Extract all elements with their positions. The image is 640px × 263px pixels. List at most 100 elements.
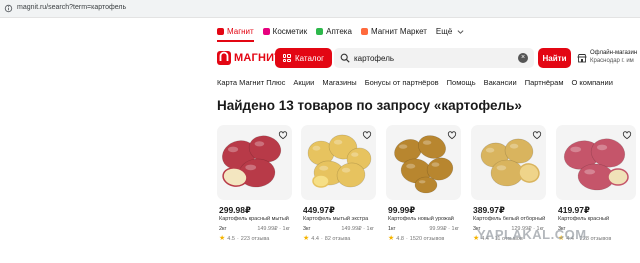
- potato-highlight: [227, 146, 239, 153]
- potato: [414, 176, 438, 194]
- product-unit-price: 99.99₽ · 1кг: [429, 226, 459, 232]
- reviews-count: 82 отзыва: [324, 235, 351, 242]
- rating-separator: ·: [320, 235, 323, 242]
- service-tab-magnit[interactable]: Магнит: [217, 27, 254, 36]
- product-card[interactable]: 389.97₽ Картофель белый отборный 3кг 129…: [471, 125, 546, 263]
- product-card[interactable]: 419.97₽ Картофель красный 3кг ★ 4.4 · 22…: [556, 125, 636, 263]
- potato-half: [312, 174, 330, 188]
- search-results-heading: Найдено 13 товаров по запросу «картофель…: [217, 98, 522, 113]
- nav-item-about[interactable]: О компании: [572, 78, 613, 90]
- reviews-count: 223 отзыва: [240, 235, 270, 242]
- service-tabs: Магнит Косметик Аптека Магнит Маркет Ещё: [217, 24, 464, 38]
- product-title[interactable]: Картофель мытый экстра: [303, 216, 376, 222]
- site-info-icon[interactable]: [4, 4, 13, 13]
- product-card[interactable]: 299.98₽ Картофель красный мытый 2кг 149.…: [217, 125, 292, 263]
- potato-highlight: [319, 165, 329, 171]
- potato-highlight: [312, 145, 321, 151]
- service-tab-label: Косметик: [272, 26, 308, 36]
- product-title[interactable]: Картофель новый урожай: [388, 216, 461, 222]
- service-tab-cosmetic[interactable]: Косметик: [262, 26, 308, 36]
- store-icon: [577, 54, 587, 63]
- potato-highlight: [333, 139, 343, 145]
- service-tab-market[interactable]: Магнит Маркет: [360, 26, 427, 36]
- favorite-heart-icon[interactable]: [622, 130, 632, 140]
- catalog-button[interactable]: Каталог: [275, 48, 332, 68]
- service-tab-label: Магнит Маркет: [370, 26, 427, 36]
- store-type-label: Офлайн-магазин: [590, 50, 638, 56]
- product-card[interactable]: 449.97₽ Картофель мытый экстра 3кг 149.9…: [301, 125, 376, 263]
- nav-item-stores[interactable]: Магазины: [322, 78, 356, 90]
- product-price: 389.97₽: [473, 205, 505, 215]
- star-icon: ★: [388, 235, 395, 242]
- product-rating: ★ 4.4 · 82 отзыва: [303, 235, 350, 242]
- reviews-count: 1520 отзывов: [409, 235, 445, 242]
- search-box: ×: [334, 48, 534, 68]
- cosmetic-service-icon: [262, 27, 270, 35]
- star-icon: ★: [219, 235, 226, 242]
- magnit-logo[interactable]: МАГНИТ: [217, 51, 281, 65]
- product-card[interactable]: 99.99₽ Картофель новый урожай 1кг 99.99₽…: [386, 125, 461, 263]
- potato-highlight: [406, 163, 416, 169]
- site-watermark: YAPLAKAL.COM: [477, 227, 587, 242]
- service-tab-pharmacy[interactable]: Аптека: [316, 27, 352, 36]
- find-button[interactable]: Найти: [538, 48, 571, 68]
- nav-item-vacancies[interactable]: Вакансии: [484, 78, 517, 90]
- potato-highlight: [245, 164, 257, 171]
- active-service-underline: [217, 40, 254, 42]
- nav-item-promotions[interactable]: Акции: [293, 78, 314, 90]
- product-unit: 1кг: [388, 226, 396, 232]
- product-price: 419.97₽: [558, 205, 590, 215]
- service-tab-label: Аптека: [326, 26, 352, 36]
- product-unit: 2кг: [219, 226, 227, 232]
- potato-highlight: [570, 146, 582, 153]
- product-price: 449.97₽: [303, 205, 335, 215]
- potato-highlight: [431, 162, 440, 167]
- product-unit-price: 149.99₽ · 1кг: [341, 226, 374, 232]
- potato: [418, 135, 446, 159]
- product-title[interactable]: Картофель белый отборный: [473, 216, 546, 222]
- search-input[interactable]: [354, 51, 514, 65]
- rating-separator: ·: [405, 235, 408, 242]
- favorite-heart-icon[interactable]: [532, 130, 542, 140]
- service-tab-label: Магнит: [227, 26, 254, 36]
- potato-highlight: [398, 144, 408, 149]
- nav-item-card[interactable]: Карта Магнит Плюс: [217, 78, 285, 90]
- product-rating: ★ 4.5 · 223 отзыва: [219, 235, 269, 242]
- clear-search-icon[interactable]: ×: [518, 53, 528, 63]
- potato: [490, 159, 524, 187]
- magnit-service-icon: [217, 27, 224, 35]
- rating-value: 4.5: [227, 235, 235, 242]
- pharmacy-service-icon: [316, 27, 324, 35]
- product-rating: ★ 4.8 · 1520 отзывов: [388, 235, 444, 242]
- product-price: 99.99₽: [388, 205, 416, 215]
- potato-highlight: [496, 165, 507, 171]
- potato-highlight: [485, 147, 495, 153]
- product-title[interactable]: Картофель красный: [558, 216, 631, 222]
- nav-item-help[interactable]: Помощь: [447, 78, 476, 90]
- product-title[interactable]: Картофель красный мытый: [219, 216, 292, 222]
- potato-highlight: [341, 167, 351, 173]
- magnet-logo-icon: [217, 51, 231, 65]
- address-url[interactable]: magnit.ru/search?term=картофель: [17, 4, 126, 11]
- nav-item-partner-bonuses[interactable]: Бонусы от партнёров: [365, 78, 439, 90]
- potato-half: [518, 163, 540, 183]
- favorite-heart-icon[interactable]: [278, 130, 288, 140]
- store-address: Краснодар г. им: [590, 58, 634, 64]
- browser-address-bar[interactable]: magnit.ru/search?term=картофель: [0, 0, 640, 18]
- potato-highlight: [584, 169, 596, 175]
- store-selector[interactable]: Офлайн-магазин Краснодар г. им: [577, 49, 640, 67]
- favorite-heart-icon[interactable]: [447, 130, 457, 140]
- chevron-down-icon: [457, 29, 464, 34]
- rating-separator: ·: [236, 235, 239, 242]
- search-icon: [340, 53, 350, 63]
- rating-value: 4.4: [311, 235, 319, 242]
- potato-highlight: [254, 141, 265, 147]
- nav-item-partners[interactable]: Партнёрам: [525, 78, 564, 90]
- service-more-dropdown[interactable]: Ещё: [436, 27, 464, 36]
- potato-highlight: [509, 143, 519, 149]
- potato-highlight: [422, 140, 432, 145]
- catalog-grid-icon: [282, 54, 291, 62]
- favorite-heart-icon[interactable]: [362, 130, 372, 140]
- product-unit: 3кг: [303, 226, 311, 232]
- catalog-button-label: Каталог: [294, 53, 325, 63]
